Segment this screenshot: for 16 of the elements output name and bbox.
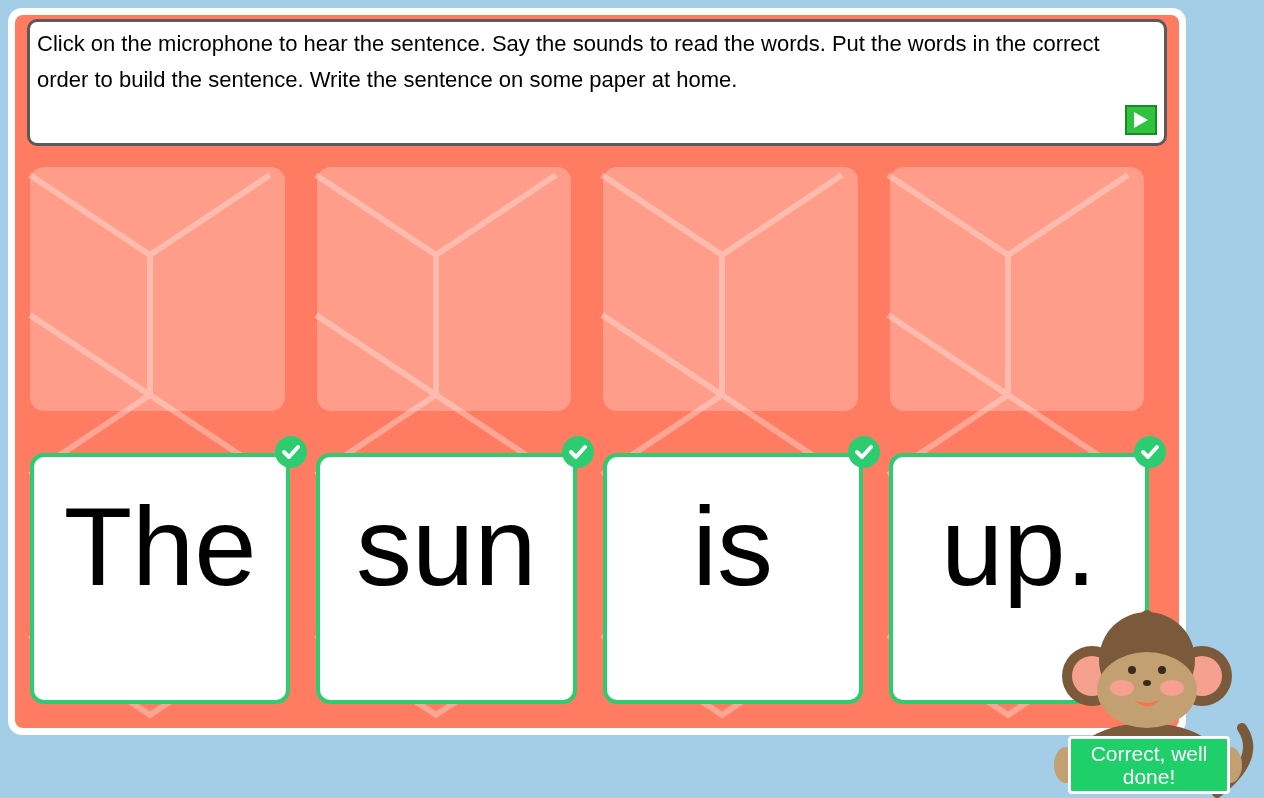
drop-slot[interactable] bbox=[30, 167, 285, 411]
drop-slot[interactable] bbox=[603, 167, 858, 411]
check-icon bbox=[846, 435, 881, 469]
feedback-text: Correct, well done! bbox=[1089, 742, 1209, 788]
check-icon bbox=[1133, 435, 1167, 469]
word-card[interactable]: is bbox=[602, 453, 863, 704]
instructions-text: Click on the microphone to hear the sentence. Say the sounds to read the words. Put the words in the correct order to build the sentence. Write the sentence on some paper at home. bbox=[37, 30, 1101, 94]
check-icon bbox=[274, 435, 309, 469]
drop-slot[interactable] bbox=[889, 167, 1144, 411]
word-card[interactable]: up. bbox=[888, 453, 1149, 704]
play-icon bbox=[1133, 111, 1149, 129]
word-card[interactable]: The bbox=[30, 453, 291, 704]
drop-slot[interactable] bbox=[316, 167, 571, 411]
word-card[interactable]: sun bbox=[316, 453, 577, 704]
check-icon bbox=[560, 435, 595, 469]
play-button[interactable] bbox=[1125, 105, 1157, 135]
